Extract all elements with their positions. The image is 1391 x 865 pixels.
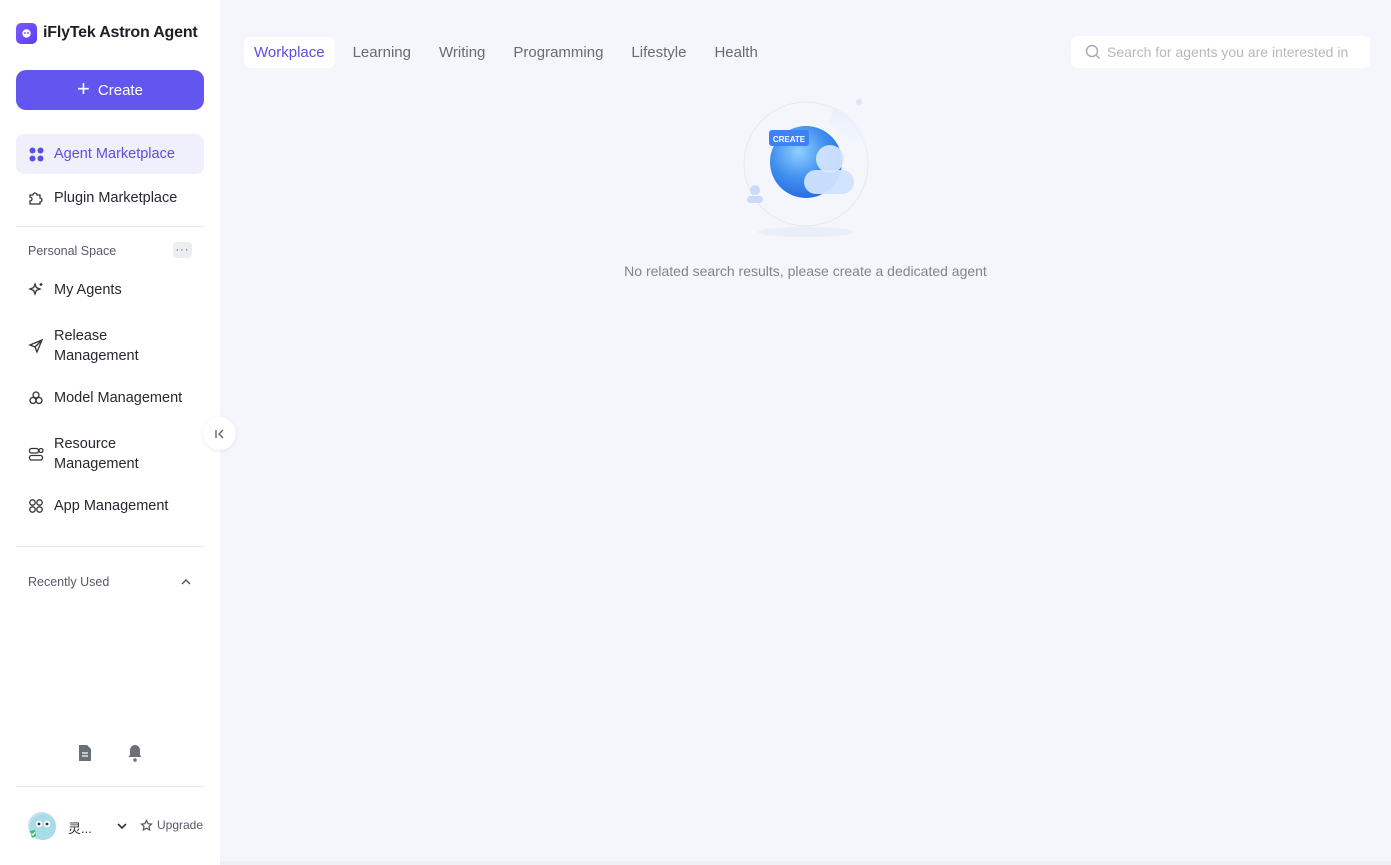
tab-writing[interactable]: Writing [429,37,495,68]
avatar[interactable] [28,812,56,840]
empty-state-illustration: CREATE [734,92,874,242]
chevron-up-icon[interactable] [180,575,192,593]
sidebar-item-release-management[interactable]: Release Management [16,324,204,368]
chevron-down-icon[interactable] [116,819,128,837]
tab-health[interactable]: Health [704,37,767,68]
personal-space-title: Personal Space [28,244,117,258]
divider [16,226,204,227]
app-logo[interactable]: iFlyTek Astron Agent [16,21,198,45]
bell-icon[interactable] [127,744,143,767]
sidebar-item-label: Plugin Marketplace [54,190,178,206]
bottom-bar [220,861,1391,865]
sidebar-item-label: My Agents [54,282,122,298]
collapse-icon [214,429,223,438]
sidebar-item-label: Release Management [54,328,139,364]
upgrade-button[interactable]: Upgrade [140,818,203,832]
tab-programming[interactable]: Programming [503,37,613,68]
search-input[interactable] [1107,44,1367,60]
upgrade-label: Upgrade [157,818,204,832]
sidebar-item-label: Agent Marketplace [54,146,175,162]
tab-lifestyle[interactable]: Lifestyle [621,37,696,68]
app-title: iFlyTek Astron Agent [43,24,198,41]
apps-icon [28,498,44,514]
empty-state-message: No related search results, please create… [624,263,987,279]
create-button[interactable]: + Create [16,70,204,110]
sidebar-item-label: App Management [54,498,169,514]
collapse-sidebar-button[interactable] [203,417,236,450]
sparkle-icon [28,282,44,298]
crown-icon [140,818,153,831]
model-icon [28,390,44,406]
search-icon [1085,44,1100,59]
tab-workplace[interactable]: Workplace [244,37,335,68]
more-options-button[interactable]: ··· [173,242,192,258]
user-name: 灵... [68,821,92,836]
main-content: Workplace Learning Writing Programming L… [220,0,1391,865]
sidebar: iFlyTek Astron Agent + Create Agent Mark… [0,0,220,865]
create-badge-text: CREATE [773,135,806,144]
puzzle-icon [28,190,44,206]
recently-used-title: Recently Used [28,575,110,589]
sidebar-item-my-agents[interactable]: My Agents [16,270,204,310]
tab-learning[interactable]: Learning [343,37,421,68]
resource-icon [28,446,44,462]
sidebar-item-label: Resource Management [54,436,139,472]
grid-icon [28,146,44,162]
document-icon[interactable] [77,744,93,767]
sidebar-item-app-management[interactable]: App Management [16,486,204,526]
search-box [1071,36,1370,68]
sidebar-item-plugin-marketplace[interactable]: Plugin Marketplace [16,178,204,218]
divider [16,546,204,547]
sidebar-item-resource-management[interactable]: Resource Management [16,432,204,476]
user-menu: 灵... Upgrade [28,810,208,842]
category-tabs: Workplace Learning Writing Programming L… [244,37,776,68]
sidebar-item-model-management[interactable]: Model Management [16,378,204,418]
logo-icon [16,22,37,44]
sidebar-item-label: Model Management [54,390,183,406]
divider [16,786,204,787]
sidebar-item-agent-marketplace[interactable]: Agent Marketplace [16,134,204,174]
send-icon [28,338,44,354]
plus-icon: + [77,76,90,101]
create-button-label: Create [97,81,143,99]
